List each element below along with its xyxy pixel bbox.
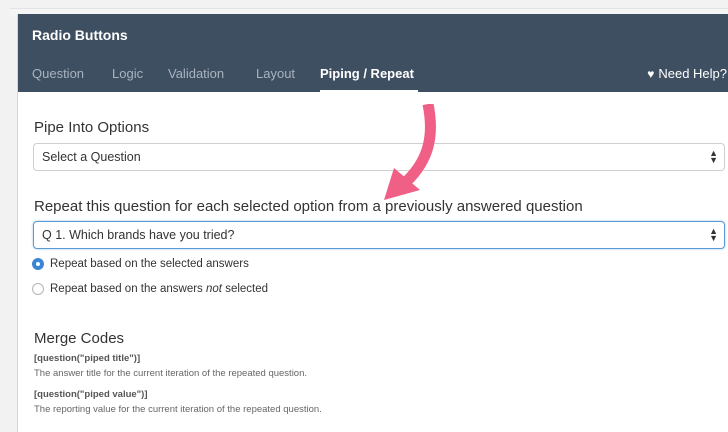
tab-piping-repeat[interactable]: Piping / Repeat [320,66,414,81]
radio-repeat-not-selected[interactable]: Repeat based on the answers not selected [32,283,268,295]
question-editor-dialog: Radio Buttons Question Logic Validation … [17,14,728,432]
tab-logic[interactable]: Logic [112,66,143,81]
radio-checked-icon[interactable] [32,258,44,270]
repeat-question-select[interactable]: Q 1. Which brands have you tried? ▲ ▼ [33,221,725,249]
repeat-title: Repeat this question for each selected o… [34,198,583,215]
active-tab-indicator [320,90,418,92]
heart-icon: ♥ [647,66,655,81]
dialog-title: Radio Buttons [32,27,128,43]
tab-bar: Question Logic Validation Layout Piping … [18,60,728,92]
annotation-arrow-icon [384,104,436,200]
select-arrows-icon: ▲ ▼ [709,226,718,243]
merge-code-piped-value-description: The reporting value for the current iter… [34,404,322,415]
merge-code-piped-title: [question("piped title")] [34,353,141,364]
dialog-header: Radio Buttons Question Logic Validation … [18,14,728,92]
need-help-label: Need Help? [658,66,727,81]
need-help-link[interactable]: ♥ Need Help? [647,66,727,81]
merge-codes-title: Merge Codes [34,330,125,347]
radio-unchecked-icon[interactable] [32,283,44,295]
radio-repeat-selected-label: Repeat based on the selected answers [50,258,249,270]
repeat-selected-value: Q 1. Which brands have you tried? [42,228,235,242]
tab-validation[interactable]: Validation [168,66,224,81]
select-arrows-icon: ▲ ▼ [709,148,718,165]
merge-code-piped-title-description: The answer title for the current iterati… [34,368,308,379]
radio-repeat-selected[interactable]: Repeat based on the selected answers [32,258,249,270]
pipe-into-title: Pipe Into Options [34,119,150,136]
merge-code-piped-value: [question("piped value")] [34,389,148,400]
radio-repeat-not-selected-label: Repeat based on the answers not selected [50,283,269,295]
tab-layout[interactable]: Layout [256,66,295,81]
pipe-into-selected-value: Select a Question [42,150,141,164]
tab-question[interactable]: Question [32,66,84,81]
